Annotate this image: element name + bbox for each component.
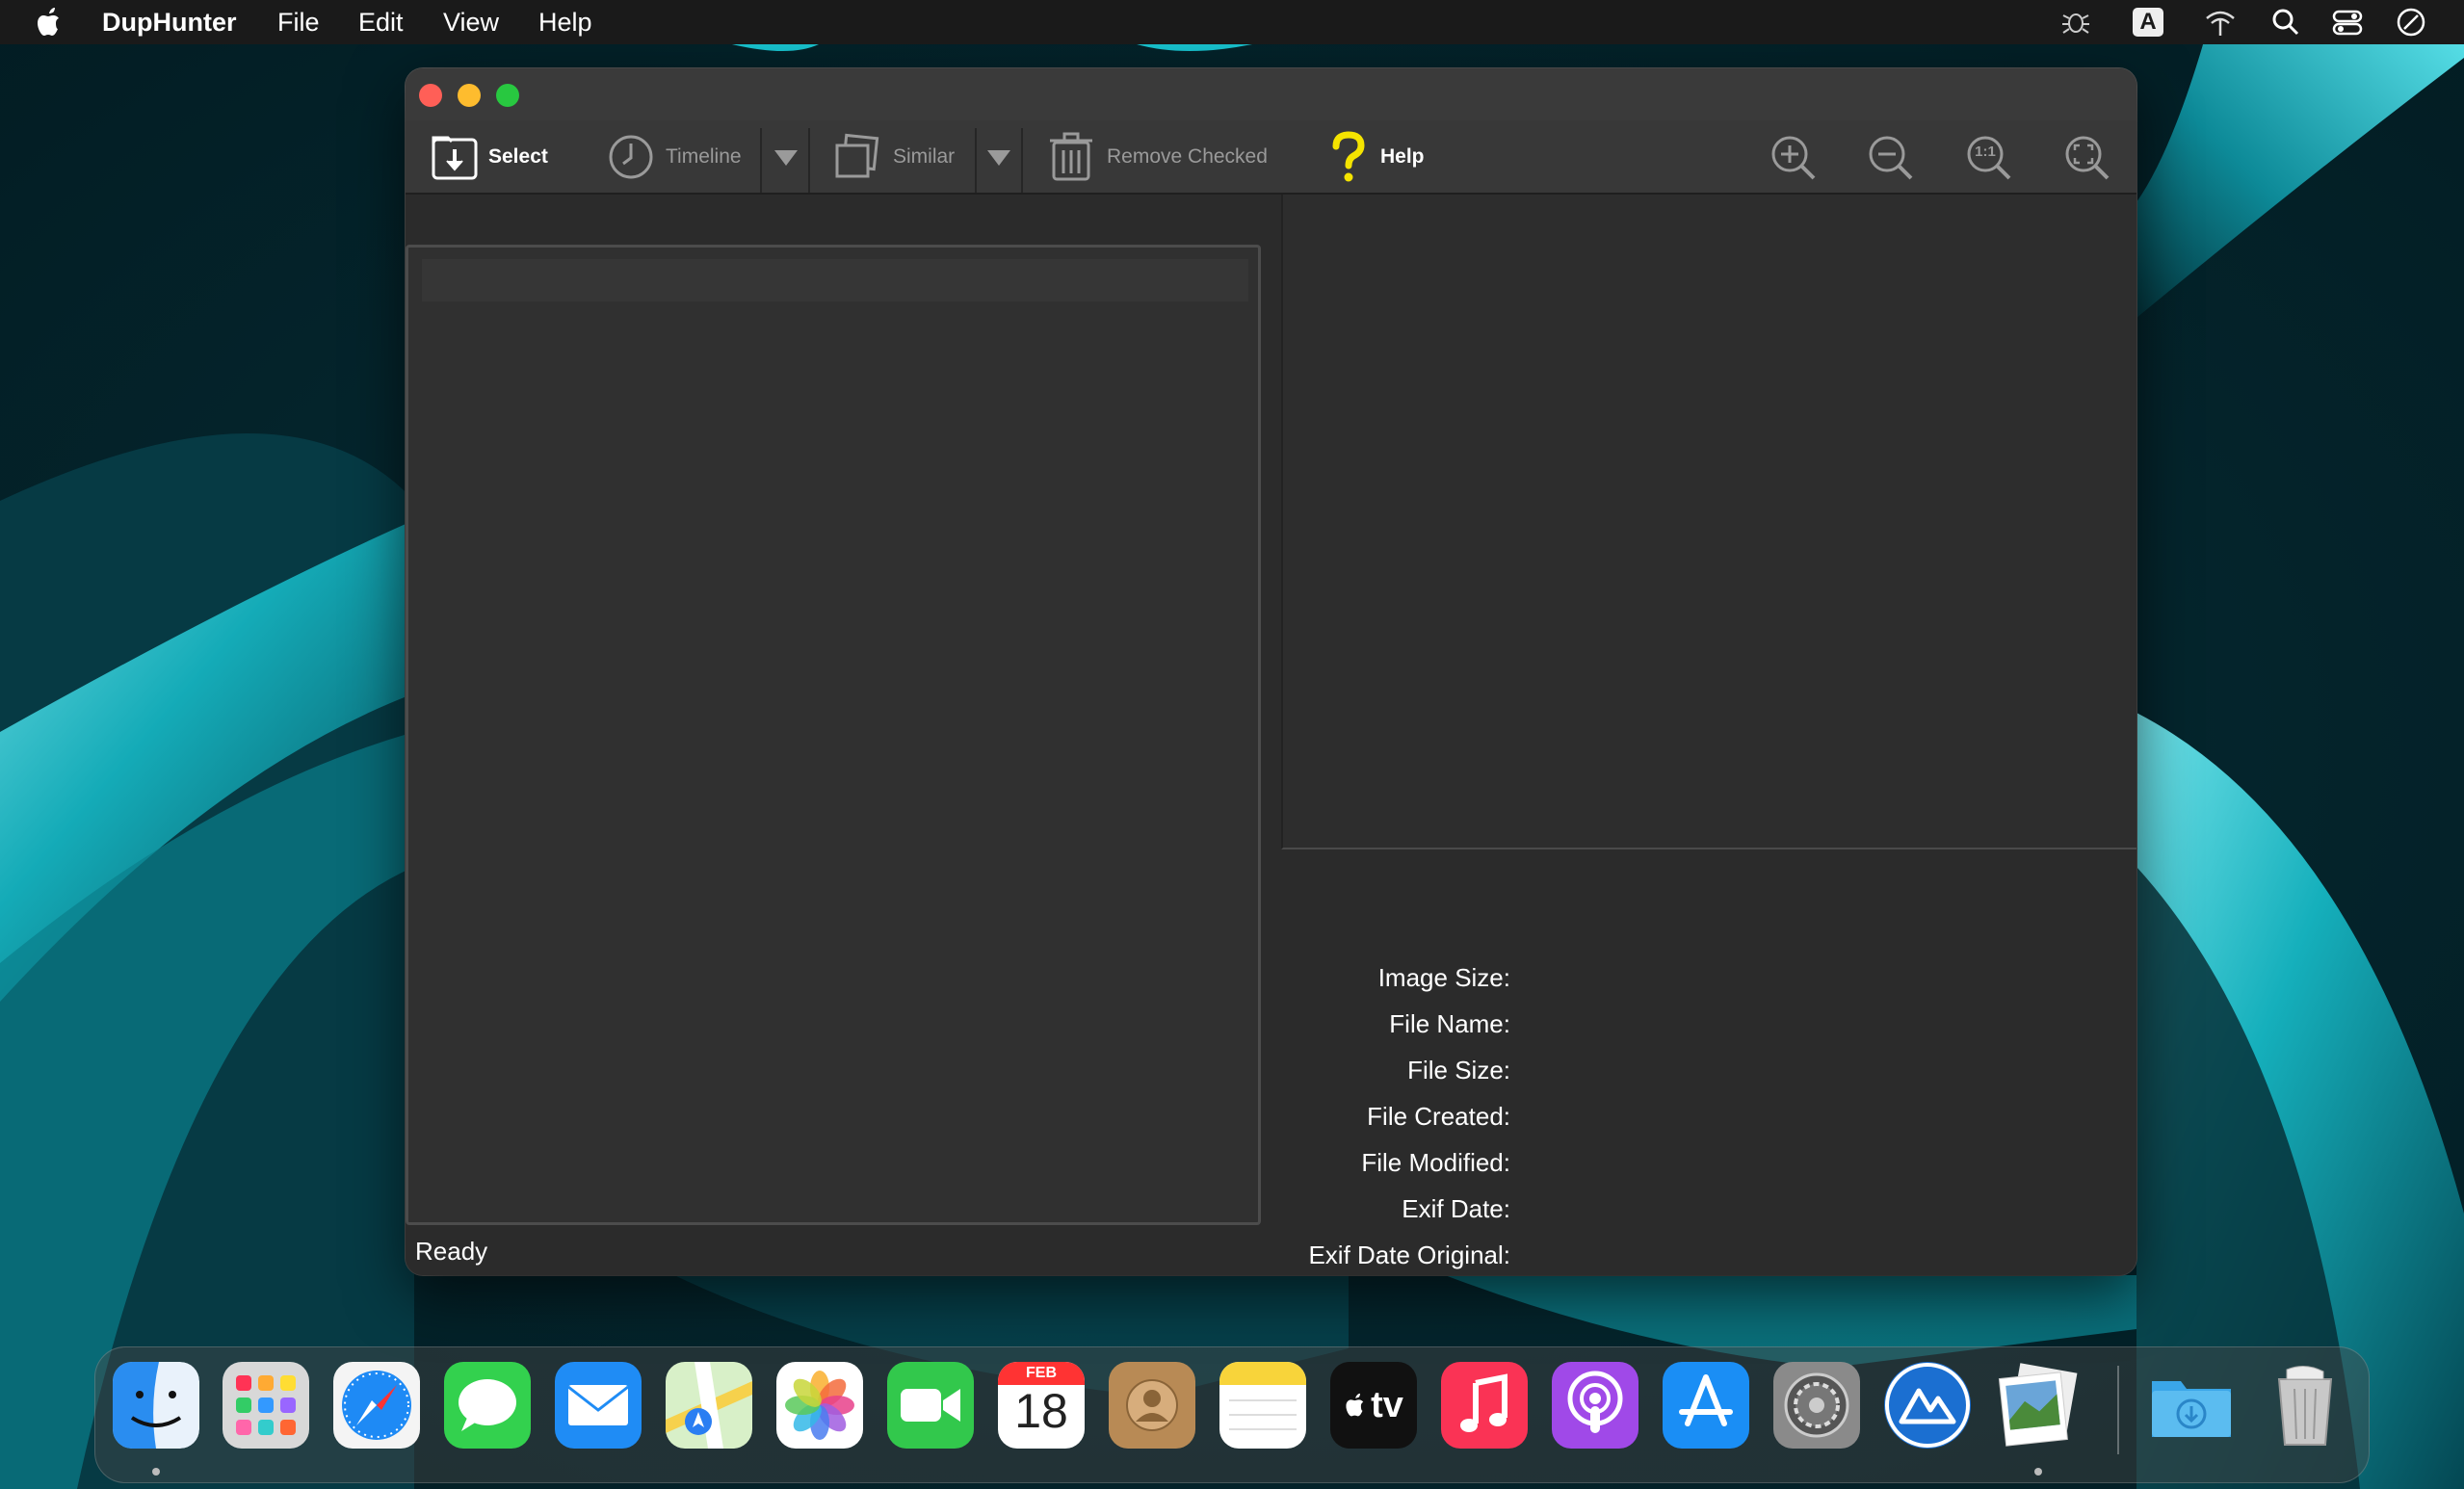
toolbar-separator <box>1021 128 1023 197</box>
duphunter-app-icon[interactable] <box>1884 1362 1971 1449</box>
exif-date-label: Exif Date: <box>1402 1194 1510 1223</box>
list-header-row <box>422 259 1248 301</box>
music-icon[interactable] <box>1441 1362 1528 1449</box>
exif-date-original-label: Exif Date Original: <box>1308 1241 1510 1269</box>
messages-icon[interactable] <box>444 1362 531 1449</box>
similar-photos-icon <box>835 133 879 178</box>
safari-icon[interactable] <box>333 1362 420 1449</box>
system-preferences-icon[interactable] <box>1773 1362 1860 1449</box>
menu-file[interactable]: File <box>277 8 320 38</box>
timeline-button[interactable]: Timeline <box>606 131 742 183</box>
zoom-button[interactable] <box>496 84 519 107</box>
select-label: Select <box>488 145 548 168</box>
duplicates-list[interactable] <box>406 245 1261 1225</box>
menu-edit[interactable]: Edit <box>358 8 404 38</box>
status-text: Ready <box>415 1237 488 1266</box>
facetime-icon[interactable] <box>887 1362 974 1449</box>
trash-icon <box>1050 132 1092 181</box>
podcasts-icon[interactable] <box>1552 1362 1638 1449</box>
control-center-icon[interactable] <box>2331 7 2364 38</box>
image-size-label: Image Size: <box>1377 963 1510 992</box>
mail-icon[interactable] <box>555 1362 642 1449</box>
zoom-actual-label: 1:1 <box>1975 144 1996 160</box>
similar-button[interactable]: Similar <box>833 131 955 183</box>
zoom-in-icon[interactable] <box>1769 134 1818 182</box>
timeline-dropdown-chevron-icon[interactable] <box>772 147 800 169</box>
remove-checked-button[interactable]: Remove Checked <box>1049 131 1268 183</box>
wifi-icon[interactable] <box>2204 7 2237 38</box>
photos-icon[interactable] <box>776 1362 863 1449</box>
menu-bar: DupHunter File Edit View Help A <box>0 0 2464 44</box>
apple-menu-icon[interactable] <box>35 6 66 39</box>
input-source-icon[interactable]: A <box>2133 8 2163 37</box>
toolbar-separator <box>975 128 977 197</box>
tv-label: tv <box>1371 1384 1403 1425</box>
select-button[interactable]: Select <box>431 131 548 183</box>
question-mark-icon <box>1332 131 1365 182</box>
window-content: Image Size: File Name: File Size: File C… <box>406 195 2136 1275</box>
toolbar-separator <box>760 128 762 197</box>
menu-view[interactable]: View <box>443 8 499 38</box>
launchpad-icon[interactable] <box>223 1362 309 1449</box>
clock-icon <box>609 135 653 179</box>
siri-icon[interactable] <box>2395 7 2427 38</box>
zoom-actual-size-icon[interactable]: 1:1 <box>1965 134 2013 182</box>
app-store-icon[interactable] <box>1663 1362 1749 1449</box>
spotlight-search-icon[interactable] <box>2269 7 2302 38</box>
similar-label: Similar <box>893 145 956 168</box>
zoom-out-icon[interactable] <box>1867 134 1915 182</box>
similar-dropdown-chevron-icon[interactable] <box>984 147 1013 169</box>
trash-full-icon[interactable] <box>2262 1362 2348 1449</box>
calendar-day: 18 <box>1014 1384 1068 1438</box>
calendar-icon[interactable]: FEB 18 <box>998 1362 1085 1449</box>
minimize-button[interactable] <box>458 84 481 107</box>
notes-icon[interactable] <box>1219 1362 1306 1449</box>
toolbar: Select Timeline Similar Remove Checked H… <box>406 120 2136 197</box>
timeline-label: Timeline <box>666 145 742 168</box>
app-name-menu[interactable]: DupHunter <box>102 8 236 38</box>
running-indicator <box>152 1468 160 1476</box>
bug-icon[interactable] <box>2059 7 2092 38</box>
file-size-label: File Size: <box>1407 1056 1510 1084</box>
close-button[interactable] <box>419 84 442 107</box>
calendar-month: FEB <box>998 1362 1085 1385</box>
menu-help[interactable]: Help <box>538 8 592 38</box>
toolbar-separator <box>808 128 810 197</box>
zoom-to-fit-icon[interactable] <box>2063 134 2111 182</box>
contacts-icon[interactable] <box>1109 1362 1195 1449</box>
file-created-label: File Created: <box>1367 1102 1510 1131</box>
duphunter-window: Select Timeline Similar Remove Checked H… <box>406 68 2136 1275</box>
file-name-label: File Name: <box>1389 1009 1510 1038</box>
dock-separator <box>2117 1366 2119 1454</box>
finder-icon[interactable] <box>113 1362 199 1449</box>
running-indicator <box>2034 1468 2042 1476</box>
image-preview[interactable] <box>1281 195 2136 849</box>
maps-icon[interactable] <box>666 1362 752 1449</box>
downloads-folder-icon[interactable] <box>2148 1362 2235 1449</box>
apple-tv-icon[interactable]: tv <box>1330 1362 1417 1449</box>
help-label: Help <box>1380 145 1425 168</box>
help-button[interactable]: Help <box>1330 131 1425 183</box>
remove-checked-label: Remove Checked <box>1107 145 1268 168</box>
title-bar <box>406 68 2136 120</box>
preview-icon[interactable] <box>1995 1362 2082 1449</box>
folder-download-icon <box>432 136 478 180</box>
file-modified-label: File Modified: <box>1361 1148 1510 1177</box>
